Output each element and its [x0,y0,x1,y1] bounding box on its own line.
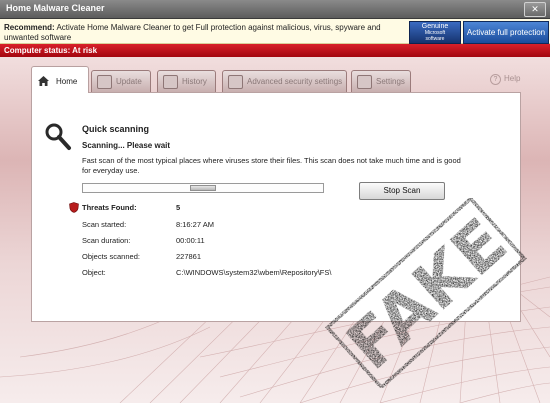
objects-scanned-label: Objects scanned: [82,252,140,261]
tab-home-label: Home [56,77,78,86]
object-value: C:\WINDOWS\system32\wbem\Repository\FS\ [176,268,332,277]
tab-advanced-label: Advanced security settings [247,77,343,86]
activate-full-protection-button[interactable]: Activate full protection [463,21,549,44]
help-link[interactable]: ? Help [490,74,520,85]
title-bar: Home Malware Cleaner ✕ [0,0,550,19]
notice-text-block: Recommend: Activate Home Malware Cleaner… [4,23,404,43]
wrench-icon [228,75,243,89]
tab-history[interactable]: History [157,70,216,92]
computer-status-text: Computer status: At risk [4,46,98,55]
close-button[interactable]: ✕ [524,2,546,17]
scan-started-value: 8:16:27 AM [176,220,214,229]
tab-advanced-security-settings[interactable]: Advanced security settings [222,70,347,92]
update-icon [97,75,112,89]
threats-found-value: 5 [176,203,181,212]
tab-home[interactable]: Home [31,66,89,93]
notice-label: Recommend: [4,23,55,32]
threats-found-label: Threats Found: [82,203,137,212]
scan-status: Scanning... Please wait [82,141,171,150]
gear-icon [357,75,372,89]
progress-indicator [190,185,216,191]
app-window: Home Malware Cleaner ✕ Recommend: Activa… [0,0,550,403]
magnifier-icon [45,123,71,150]
scan-progress-bar [82,183,324,193]
threat-shield-icon [69,202,79,213]
genuine-microsoft-badge[interactable]: Genuine Microsoft software [409,21,461,44]
notice-message: Activate Home Malware Cleaner to get Ful… [4,23,381,42]
home-icon [37,74,50,86]
scan-duration-value: 00:00:11 [176,236,205,245]
tab-settings-label: Settings [376,77,405,86]
scan-description: Fast scan of the most typical places whe… [82,156,461,175]
tab-history-label: History [182,77,207,86]
objects-scanned-value: 227861 [176,252,202,261]
help-icon: ? [490,74,501,85]
genuine-line1: Genuine [421,23,449,30]
tab-update-label: Update [116,77,142,86]
tab-update[interactable]: Update [91,70,151,92]
object-label: Object: [82,268,106,277]
window-title: Home Malware Cleaner [6,3,105,13]
help-label: Help [504,74,521,83]
genuine-line3: software [425,36,445,42]
scan-title: Quick scanning [82,124,150,134]
scan-started-label: Scan started: [82,220,127,229]
computer-status-bar: Computer status: At risk [0,44,550,57]
scan-duration-label: Scan duration: [82,236,131,245]
history-icon [163,75,178,89]
fake-stamp: FAKE [323,198,529,388]
tab-settings[interactable]: Settings [351,70,411,92]
